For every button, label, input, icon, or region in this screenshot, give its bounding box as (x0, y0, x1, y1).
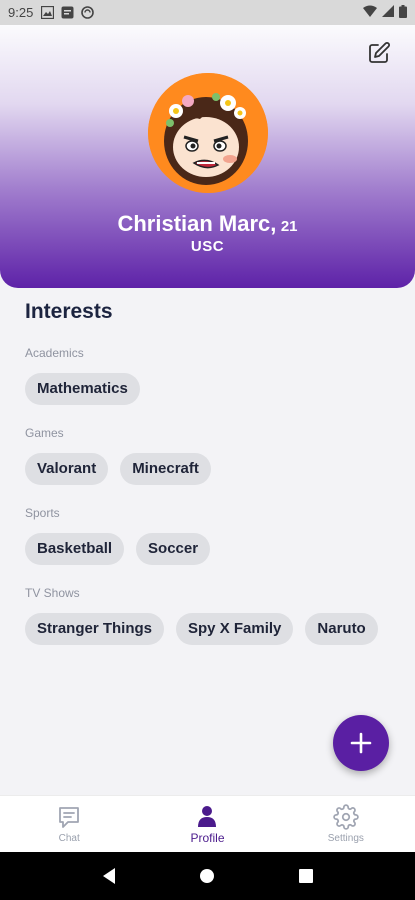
chat-icon (59, 807, 80, 828)
gallery-notification-icon (41, 6, 55, 19)
add-interest-button[interactable] (333, 715, 389, 771)
category-label: Games (25, 426, 64, 440)
nav-label-profile: Profile (190, 830, 225, 845)
interest-chip[interactable]: Mathematics (25, 373, 140, 405)
home-circle-icon (200, 869, 215, 883)
battery-icon (399, 4, 407, 21)
category-tv-shows: TV Shows Stranger Things Spy X Family Na… (25, 586, 395, 645)
category-sports: Sports Basketball Soccer (25, 506, 395, 565)
interest-chip[interactable]: Naruto (305, 613, 378, 645)
interests-title: Interests (25, 300, 113, 323)
category-label: Academics (25, 346, 84, 360)
plus-icon (350, 732, 372, 754)
status-bar: 9:25 (0, 0, 415, 25)
nav-label-settings: Settings (327, 833, 364, 844)
category-label: TV Shows (25, 586, 80, 600)
signal-icon (382, 5, 394, 20)
sync-notification-icon (81, 6, 95, 19)
edit-icon (369, 42, 390, 63)
profile-name-line: Christian Marc, 21 (0, 211, 415, 237)
interest-chip[interactable]: Spy X Family (176, 613, 294, 645)
recents-button[interactable] (296, 866, 316, 886)
nav-item-chat[interactable]: Chat (0, 796, 138, 852)
chat-notification-icon (61, 6, 74, 19)
system-nav-bar (0, 852, 415, 900)
edit-profile-button[interactable] (365, 39, 393, 67)
profile-age: 21 (280, 218, 298, 235)
profile-name: Christian Marc, (117, 211, 277, 236)
nav-item-profile[interactable]: Profile (138, 796, 276, 852)
back-button[interactable] (99, 866, 119, 886)
back-triangle-icon (103, 868, 116, 884)
wifi-icon (363, 5, 377, 20)
gear-icon (333, 804, 359, 830)
chip-group: Basketball Soccer (25, 533, 395, 565)
interests-section: Interests Academics Mathematics Games Va… (25, 300, 395, 666)
profile-icon (198, 805, 217, 827)
profile-school: USC (190, 238, 225, 255)
nav-label-chat: Chat (58, 833, 80, 844)
category-games: Games Valorant Minecraft (25, 426, 395, 485)
interest-chip[interactable]: Soccer (136, 533, 211, 565)
chip-group: Mathematics (25, 373, 395, 405)
profile-header: Christian Marc, 21 USC (0, 25, 415, 288)
chip-group: Stranger Things Spy X Family Naruto (25, 613, 395, 645)
interest-chip[interactable]: Basketball (25, 533, 125, 565)
interest-chip[interactable]: Stranger Things (25, 613, 165, 645)
nav-item-settings[interactable]: Settings (277, 796, 415, 852)
status-time: 9:25 (8, 5, 34, 20)
category-label: Sports (25, 506, 60, 520)
chip-group: Valorant Minecraft (25, 453, 395, 485)
category-academics: Academics Mathematics (25, 346, 395, 405)
interest-chip[interactable]: Minecraft (120, 453, 211, 485)
recents-square-icon (298, 869, 313, 883)
avatar[interactable] (148, 73, 268, 193)
bottom-nav: Chat Profile Settings (0, 795, 415, 852)
home-button[interactable] (197, 866, 217, 886)
interest-chip[interactable]: Valorant (25, 453, 109, 485)
